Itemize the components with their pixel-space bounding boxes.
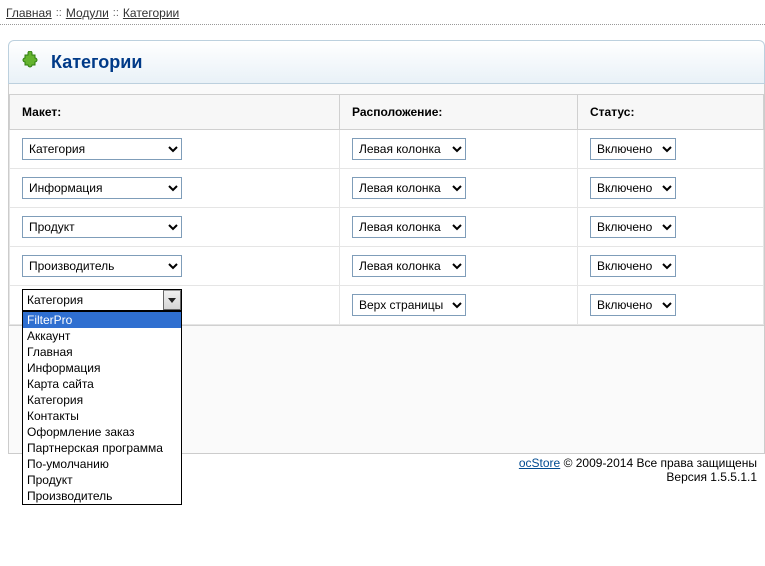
page-title: Категории xyxy=(51,52,142,73)
layout-select-value: Категория xyxy=(27,293,83,307)
breadcrumb-modules[interactable]: Модули xyxy=(66,6,109,20)
position-select[interactable]: Левая колонка xyxy=(352,255,466,277)
status-select[interactable]: Включено xyxy=(590,138,676,160)
table-row: Производитель Левая колонка Включено xyxy=(10,247,764,286)
breadcrumb: Главная :: Модули :: Категории xyxy=(0,0,765,25)
layout-select[interactable]: Продукт xyxy=(22,216,182,238)
layout-select[interactable]: Информация xyxy=(22,177,182,199)
dropdown-option[interactable]: Партнерская программа xyxy=(23,440,181,456)
status-select[interactable]: Включено xyxy=(590,255,676,277)
position-select[interactable]: Левая колонка xyxy=(352,216,466,238)
position-select[interactable]: Левая колонка xyxy=(352,138,466,160)
layout-select[interactable]: Категория xyxy=(22,138,182,160)
breadcrumb-sep: :: xyxy=(56,7,62,19)
breadcrumb-category[interactable]: Категории xyxy=(123,6,179,20)
dropdown-option[interactable]: FilterPro xyxy=(23,312,181,328)
status-select[interactable]: Включено xyxy=(590,177,676,199)
dropdown-option[interactable]: Контакты xyxy=(23,408,181,424)
status-select[interactable]: Включено xyxy=(590,216,676,238)
layout-select[interactable]: Производитель xyxy=(22,255,182,277)
position-select[interactable]: Левая колонка xyxy=(352,177,466,199)
table-row: Категория Левая колонка Включено xyxy=(10,130,764,169)
breadcrumb-sep: :: xyxy=(113,7,119,19)
layout-select-list[interactable]: FilterPro Аккаунт Главная Информация Кар… xyxy=(22,311,182,505)
dropdown-option[interactable]: По-умолчанию xyxy=(23,456,181,472)
dropdown-option[interactable]: Оформление заказ xyxy=(23,424,181,440)
status-select[interactable]: Включено xyxy=(590,294,676,316)
plugin-icon xyxy=(21,51,43,73)
layout-select-closed[interactable]: Категория xyxy=(22,289,182,311)
header-position: Расположение: xyxy=(340,95,578,130)
position-select[interactable]: Верх страницы xyxy=(352,294,466,316)
breadcrumb-home[interactable]: Главная xyxy=(6,6,52,20)
footer-brand-link[interactable]: ocStore xyxy=(519,456,560,470)
layout-select-open[interactable]: Категория FilterPro Аккаунт Главная Инфо… xyxy=(22,289,182,505)
dropdown-option[interactable]: Категория xyxy=(23,392,181,408)
header-layout: Макет: xyxy=(10,95,340,130)
footer-rights: © 2009-2014 Все права защищены xyxy=(560,456,757,470)
dropdown-option[interactable]: Информация xyxy=(23,360,181,376)
dropdown-option[interactable]: Главная xyxy=(23,344,181,360)
table-row: Информация Левая колонка Включено xyxy=(10,169,764,208)
chevron-down-icon[interactable] xyxy=(163,290,181,310)
dropdown-option[interactable]: Продукт xyxy=(23,472,181,488)
footer: ocStore © 2009-2014 Все права защищены В… xyxy=(519,456,757,484)
dropdown-option[interactable]: Производитель xyxy=(23,488,181,504)
table-row: Продукт Левая колонка Включено xyxy=(10,208,764,247)
dropdown-option[interactable]: Карта сайта xyxy=(23,376,181,392)
header-status: Статус: xyxy=(578,95,764,130)
panel-header: Категории xyxy=(8,40,765,84)
footer-version: Версия 1.5.5.1.1 xyxy=(519,470,757,484)
dropdown-option[interactable]: Аккаунт xyxy=(23,328,181,344)
